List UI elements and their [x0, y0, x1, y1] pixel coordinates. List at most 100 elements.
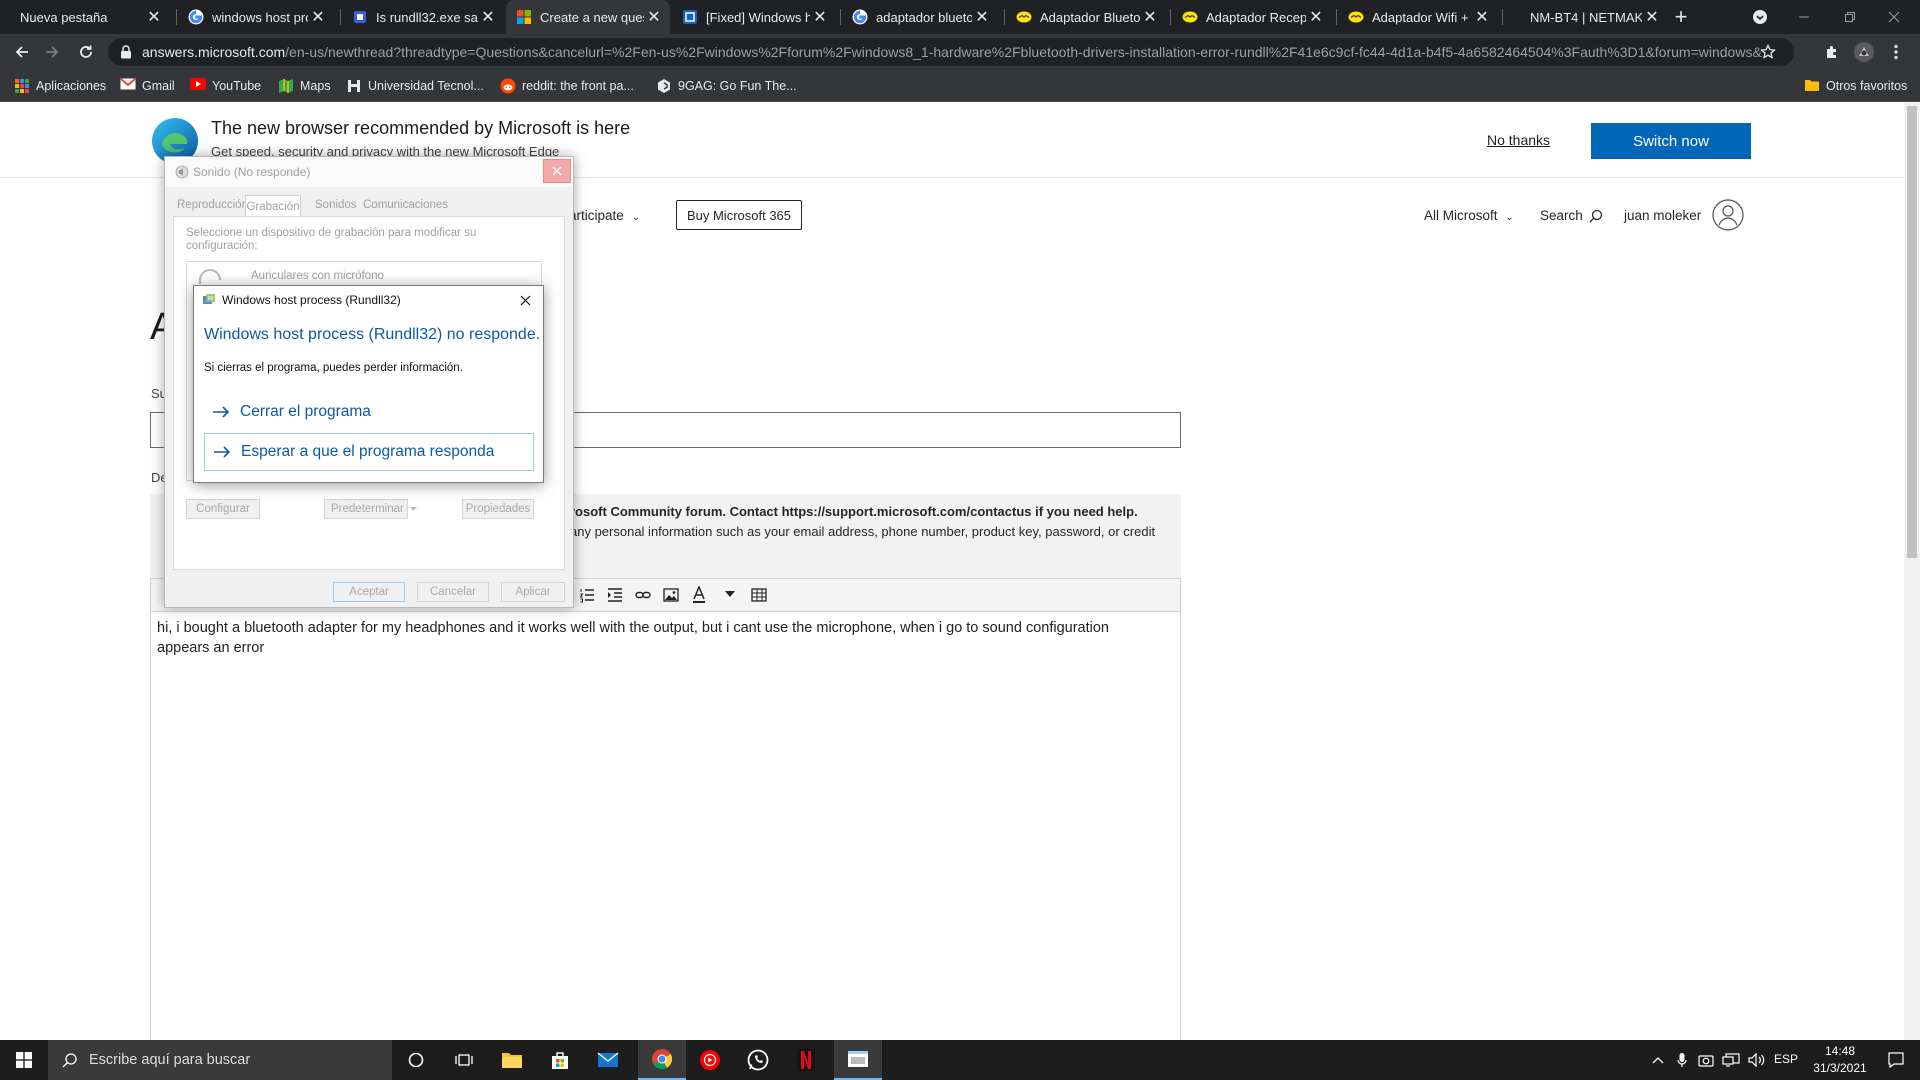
- all-microsoft-menu[interactable]: All Microsoft ⌄: [1424, 208, 1514, 223]
- bookmark-9gag[interactable]: 9GAG: Go Fun The...: [656, 70, 797, 102]
- font-color-icon[interactable]: [691, 586, 707, 604]
- taskbar-search-box[interactable]: Escribe aquí para buscar: [48, 1040, 392, 1080]
- properties-button[interactable]: Propiedades: [462, 499, 534, 519]
- tab-close-icon[interactable]: ✕: [478, 7, 498, 27]
- extensions-puzzle-icon[interactable]: [1820, 40, 1844, 64]
- tab-adaptador-bluetooth-shop[interactable]: Adaptador Blueto ✕: [1006, 0, 1166, 34]
- tab-title: Adaptador Blueto: [1040, 9, 1140, 25]
- bookmark-youtube[interactable]: YouTube: [190, 70, 261, 102]
- address-bar[interactable]: answers.microsoft.com/en-us/newthread?th…: [108, 38, 1794, 66]
- cancel-button[interactable]: Cancelar: [417, 582, 489, 602]
- url-host: answers.microsoft.com: [142, 44, 286, 60]
- buy-microsoft-365-button[interactable]: Buy Microsoft 365: [676, 200, 802, 230]
- profile-avatar-icon[interactable]: [1852, 40, 1876, 64]
- tab-adaptador-bluetooth-search[interactable]: adaptador blueto ✕: [842, 0, 998, 34]
- cortana-icon[interactable]: [392, 1040, 440, 1080]
- network-icon[interactable]: [1718, 1040, 1744, 1080]
- ok-button[interactable]: Aceptar: [333, 582, 405, 602]
- youtube-music-icon[interactable]: [686, 1040, 734, 1080]
- set-default-label: Predeterminar: [331, 503, 404, 515]
- image-icon[interactable]: [663, 587, 679, 603]
- bookmark-otros-favoritos[interactable]: Otros favoritos: [1804, 70, 1907, 102]
- tab-fixed-windows[interactable]: [Fixed] Windows h ✕: [672, 0, 836, 34]
- user-name[interactable]: juan moleker: [1624, 208, 1701, 223]
- file-explorer-icon[interactable]: [488, 1040, 536, 1080]
- tab-close-icon[interactable]: ✕: [144, 7, 164, 27]
- search-icon: [62, 1052, 77, 1068]
- bookmark-maps[interactable]: Maps: [278, 70, 331, 102]
- lock-icon[interactable]: [120, 45, 132, 59]
- new-tab-button[interactable]: +: [1656, 0, 1706, 34]
- tab-title: windows host proc: [212, 9, 308, 25]
- back-arrow-icon[interactable]: [10, 40, 34, 64]
- tab-close-icon[interactable]: ✕: [1306, 7, 1326, 27]
- bookmark-star-icon[interactable]: [1760, 44, 1776, 60]
- search-link[interactable]: Search: [1540, 208, 1603, 223]
- netflix-icon[interactable]: [782, 1040, 830, 1080]
- tab-title: Create a new quest: [540, 9, 644, 25]
- tab-nueva-pestana[interactable]: Nueva pestaña ✕: [10, 0, 170, 34]
- camera-icon[interactable]: [1694, 1040, 1718, 1080]
- set-default-button[interactable]: Predeterminar: [324, 499, 417, 519]
- indent-icon[interactable]: [607, 587, 623, 603]
- chrome-menu-icon[interactable]: [1884, 40, 1908, 64]
- configure-button[interactable]: Configurar: [186, 499, 260, 519]
- page-scrollbar[interactable]: [1904, 102, 1920, 1040]
- microphone-icon[interactable]: [1670, 1040, 1694, 1080]
- user-avatar-icon[interactable]: [1712, 199, 1744, 231]
- bookmark-universidad[interactable]: Universidad Tecnol...: [346, 70, 484, 102]
- tab-sonidos[interactable]: Sonidos: [315, 199, 357, 211]
- microsoft-store-icon[interactable]: [536, 1040, 584, 1080]
- tab-windows-host-proc[interactable]: windows host proc ✕: [178, 0, 334, 34]
- scrollbar-thumb[interactable]: [1907, 106, 1917, 558]
- windows-start-icon[interactable]: [0, 1040, 48, 1080]
- tab-close-icon[interactable]: ✕: [308, 7, 328, 27]
- tab-comunicaciones[interactable]: Comunicaciones: [363, 199, 448, 211]
- reload-icon[interactable]: [74, 40, 98, 64]
- close-program-link[interactable]: Cerrar el programa: [204, 393, 534, 431]
- clock[interactable]: 14:48 31/3/2021: [1808, 1043, 1872, 1077]
- dropdown-caret-icon[interactable]: [725, 591, 735, 597]
- active-app-icon[interactable]: [834, 1040, 882, 1080]
- task-view-icon[interactable]: [440, 1040, 488, 1080]
- not-responding-close-icon[interactable]: [510, 287, 540, 313]
- no-thanks-link[interactable]: No thanks: [1487, 132, 1550, 148]
- tab-close-icon[interactable]: ✕: [1472, 7, 1492, 27]
- link-icon[interactable]: [635, 587, 651, 603]
- numbered-list-icon[interactable]: [579, 587, 595, 603]
- tab-nm-bt4-netmak[interactable]: NM-BT4 | NETMAK ✕: [1520, 0, 1668, 34]
- table-icon[interactable]: [751, 587, 767, 603]
- google-icon: [852, 9, 868, 25]
- tab-is-rundll32-safe[interactable]: Is rundll32.exe safe ✕: [342, 0, 504, 34]
- tab-close-icon[interactable]: ✕: [972, 7, 992, 27]
- sound-dialog-close-icon[interactable]: [543, 159, 571, 183]
- wait-program-link[interactable]: Esperar a que el programa responda: [204, 433, 534, 471]
- switch-now-button[interactable]: Switch now: [1591, 123, 1751, 159]
- notifications-icon[interactable]: [1872, 1040, 1920, 1080]
- tab-create-new-question[interactable]: Create a new quest ✕: [506, 0, 670, 34]
- tab-reproduccion[interactable]: Reproducción: [177, 199, 248, 211]
- speaker-icon: [175, 165, 189, 179]
- chrome-taskbar-icon[interactable]: [638, 1040, 686, 1080]
- whatsapp-icon[interactable]: [734, 1040, 782, 1080]
- tab-close-icon[interactable]: ✕: [1140, 7, 1160, 27]
- bookmark-gmail[interactable]: Gmail: [120, 70, 175, 102]
- post-body-editor[interactable]: hi, i bought a bluetooth adapter for my …: [150, 612, 1181, 1040]
- tray-chevron-up-icon[interactable]: [1646, 1040, 1670, 1080]
- apply-button[interactable]: Aplicar: [501, 582, 565, 602]
- close-window-icon[interactable]: [1866, 0, 1920, 34]
- tab-title: Nueva pestaña: [20, 9, 108, 25]
- tab-grabacion[interactable]: Grabación: [245, 195, 301, 217]
- tab-title: Adaptador Wifi + E: [1372, 9, 1472, 25]
- bookmark-reddit[interactable]: reddit: the front pa...: [500, 70, 634, 102]
- bookmark-aplicaciones[interactable]: Aplicaciones: [14, 70, 106, 102]
- tab-close-icon[interactable]: ✕: [810, 7, 830, 27]
- mail-icon[interactable]: [584, 1040, 632, 1080]
- volume-icon[interactable]: [1744, 1040, 1770, 1080]
- headset-icon: [197, 268, 223, 284]
- tab-close-icon[interactable]: ✕: [644, 7, 664, 27]
- forward-arrow-icon[interactable]: [40, 40, 64, 64]
- tab-adaptador-wifi[interactable]: Adaptador Wifi + E ✕: [1338, 0, 1498, 34]
- language-indicator[interactable]: ESP: [1774, 1052, 1798, 1066]
- tab-adaptador-receptor[interactable]: Adaptador Recept ✕: [1172, 0, 1332, 34]
